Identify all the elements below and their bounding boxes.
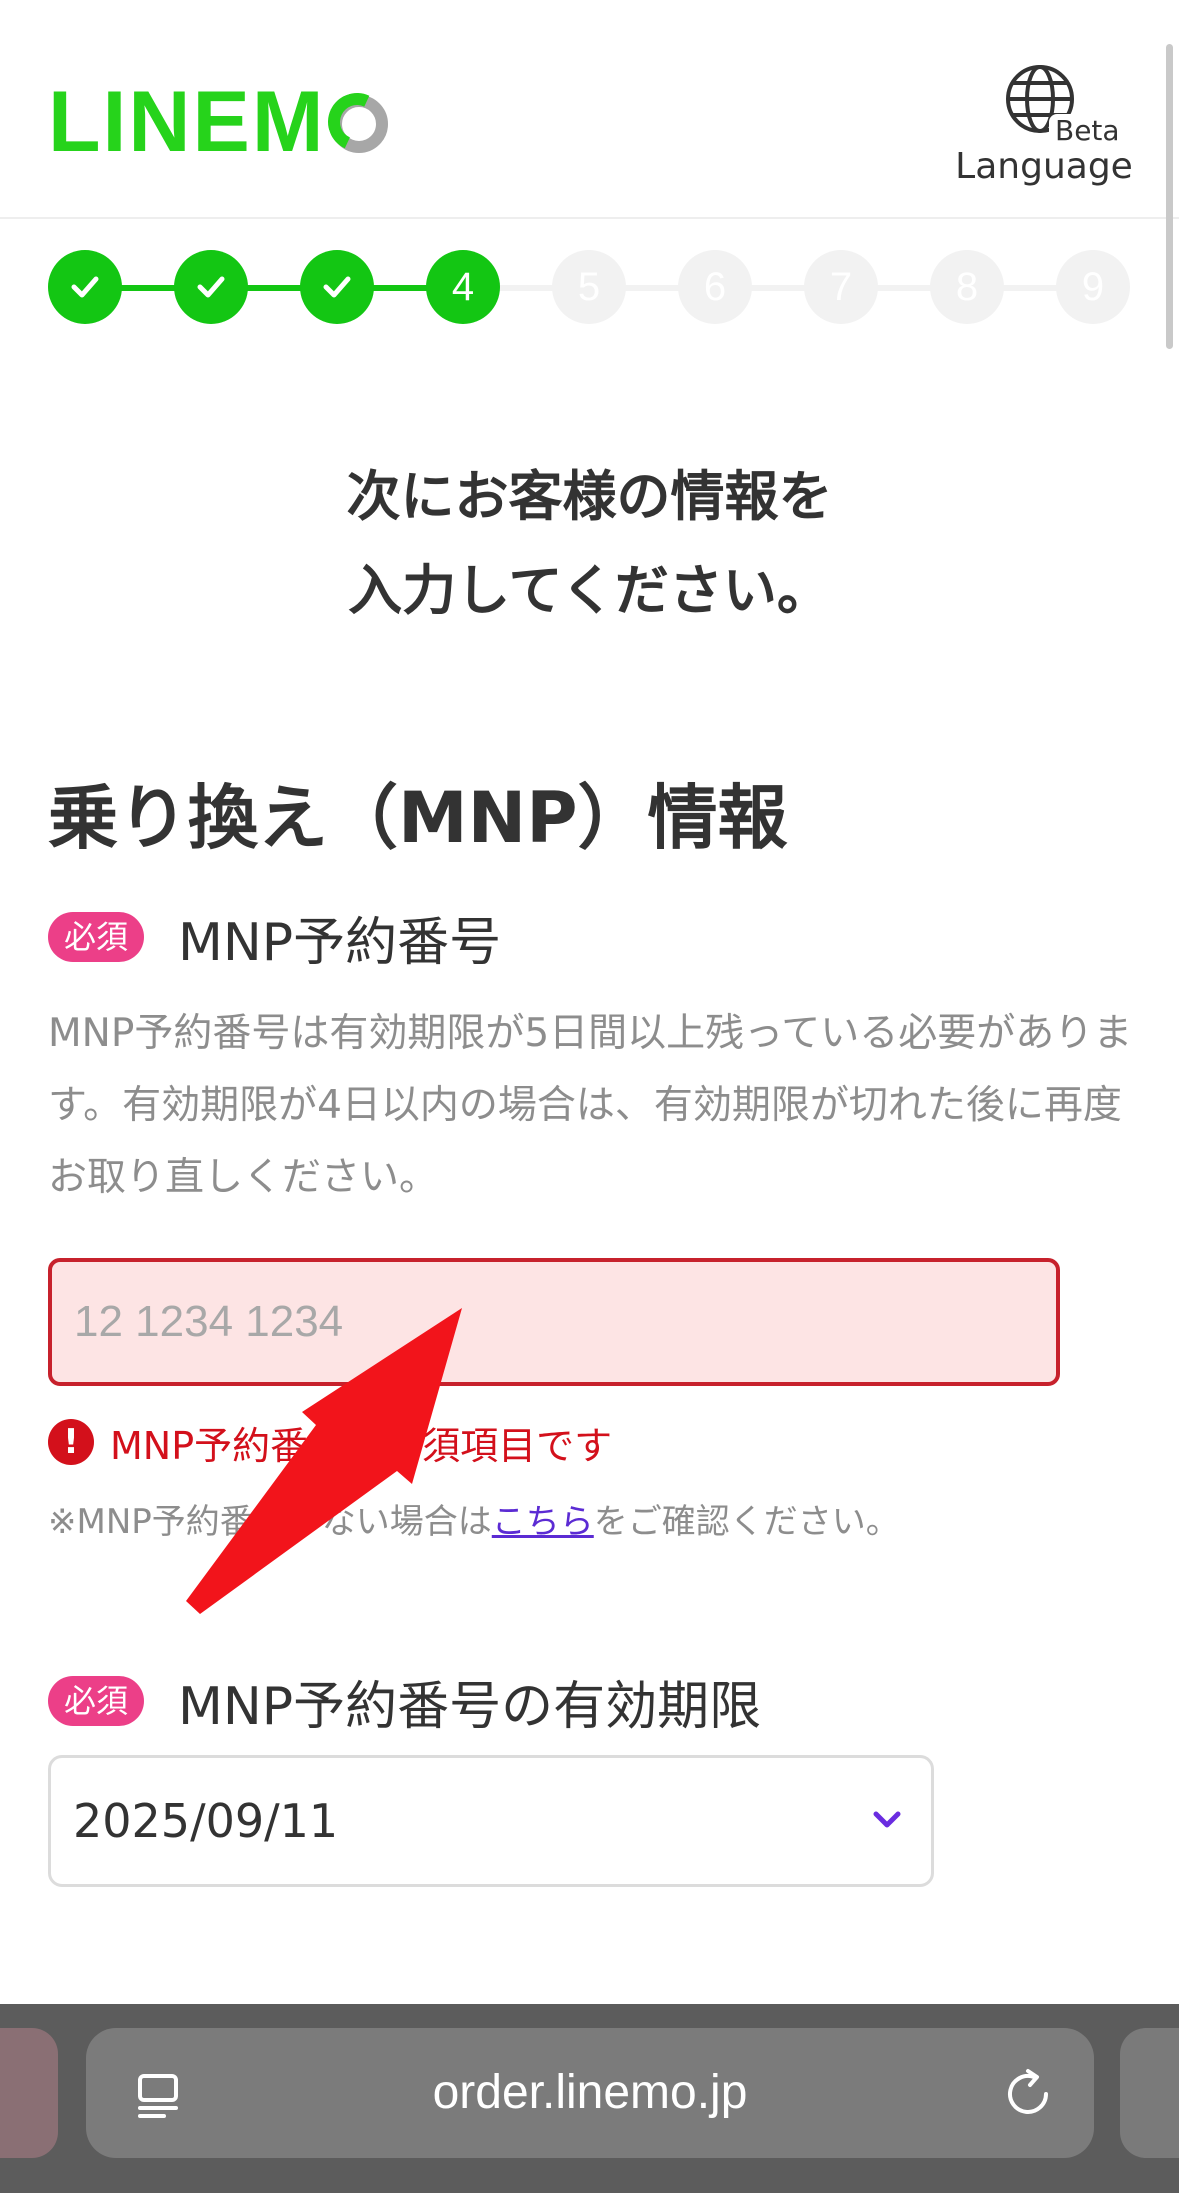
next-tab-preview[interactable] bbox=[1120, 2028, 1179, 2158]
check-icon bbox=[71, 276, 99, 298]
step-number: 4 bbox=[451, 264, 475, 309]
mnp-expiry-label-row: 必須 MNP予約番号の有効期限 bbox=[48, 1666, 762, 1737]
mnp-expiry-label: MNP予約番号の有効期限 bbox=[178, 1676, 762, 1737]
progress-step-7: 7 bbox=[804, 250, 878, 324]
step-number: 5 bbox=[577, 264, 601, 309]
mnp-number-label: MNP予約番号 bbox=[178, 912, 502, 973]
scrollbar[interactable] bbox=[1166, 44, 1173, 349]
required-badge: 必須 bbox=[48, 912, 145, 962]
note-prefix: ※MNP予約番号がない場合は bbox=[48, 1502, 492, 1542]
step-number: 8 bbox=[955, 264, 979, 309]
browser-toolbar: order.linemo.jp bbox=[0, 2004, 1179, 2193]
progress-step-6: 6 bbox=[678, 250, 752, 324]
mnp-expiry-select[interactable]: 2025/09/11 bbox=[48, 1755, 934, 1887]
step-number: 6 bbox=[703, 264, 727, 309]
help-link[interactable]: こちら bbox=[492, 1502, 594, 1542]
beta-badge: Beta bbox=[1049, 114, 1126, 147]
progress-step-3 bbox=[300, 250, 374, 324]
progress-step-8: 8 bbox=[930, 250, 1004, 324]
mnp-number-description: MNP予約番号は有効期限が5日間以上残っている必要があります。有効期限が4日以内… bbox=[48, 1011, 1133, 1200]
error-icon: ! bbox=[48, 1419, 94, 1465]
required-badge: 必須 bbox=[48, 1676, 145, 1726]
url-text: order.linemo.jp bbox=[432, 2066, 748, 2119]
progress-step-2 bbox=[174, 250, 248, 324]
selected-date: 2025/09/11 bbox=[73, 1794, 339, 1848]
check-icon bbox=[197, 276, 225, 298]
linemo-logo[interactable]: LINEM bbox=[48, 79, 418, 165]
progress-steps: 4 5 6 7 8 9 bbox=[48, 250, 1130, 326]
step-number: 9 bbox=[1081, 264, 1105, 309]
step-number: 7 bbox=[829, 264, 853, 309]
progress-step-1 bbox=[48, 250, 122, 324]
site-header: LINEM Beta Language bbox=[0, 0, 1179, 349]
progress-step-9: 9 bbox=[1056, 250, 1130, 324]
language-label: Language bbox=[955, 146, 1133, 187]
language-switcher[interactable]: Beta Language bbox=[949, 62, 1139, 192]
headline-line-1: 次にお客様の情報を bbox=[346, 465, 833, 528]
progress-step-4: 4 bbox=[426, 250, 500, 324]
address-bar[interactable]: order.linemo.jp bbox=[86, 2028, 1094, 2158]
error-message: MNP予約番号は必須項目です bbox=[110, 1423, 613, 1468]
page-headline: 次にお客様の情報を 入力してください。 bbox=[0, 450, 1179, 638]
previous-tab-preview[interactable] bbox=[0, 2028, 58, 2158]
mnp-number-input[interactable] bbox=[48, 1258, 1060, 1386]
note-suffix: をご確認ください。 bbox=[593, 1502, 900, 1542]
mnp-help-note: ※MNP予約番号がない場合はこちらをご確認ください。 bbox=[48, 1494, 900, 1543]
progress-step-5: 5 bbox=[552, 250, 626, 324]
logo-o-mark bbox=[329, 95, 388, 153]
check-icon bbox=[323, 276, 351, 298]
reload-icon[interactable] bbox=[1002, 2068, 1054, 2120]
mnp-number-error: ! MNP予約番号は必須項目です bbox=[48, 1412, 612, 1472]
logo-text: LINEM bbox=[48, 74, 326, 170]
headline-line-2: 入力してください。 bbox=[348, 559, 831, 622]
mnp-number-label-row: 必須 MNP予約番号 bbox=[48, 902, 502, 973]
section-title: 乗り換え（MNP）情報 bbox=[48, 777, 788, 859]
chevron-down-icon bbox=[873, 1811, 901, 1828]
